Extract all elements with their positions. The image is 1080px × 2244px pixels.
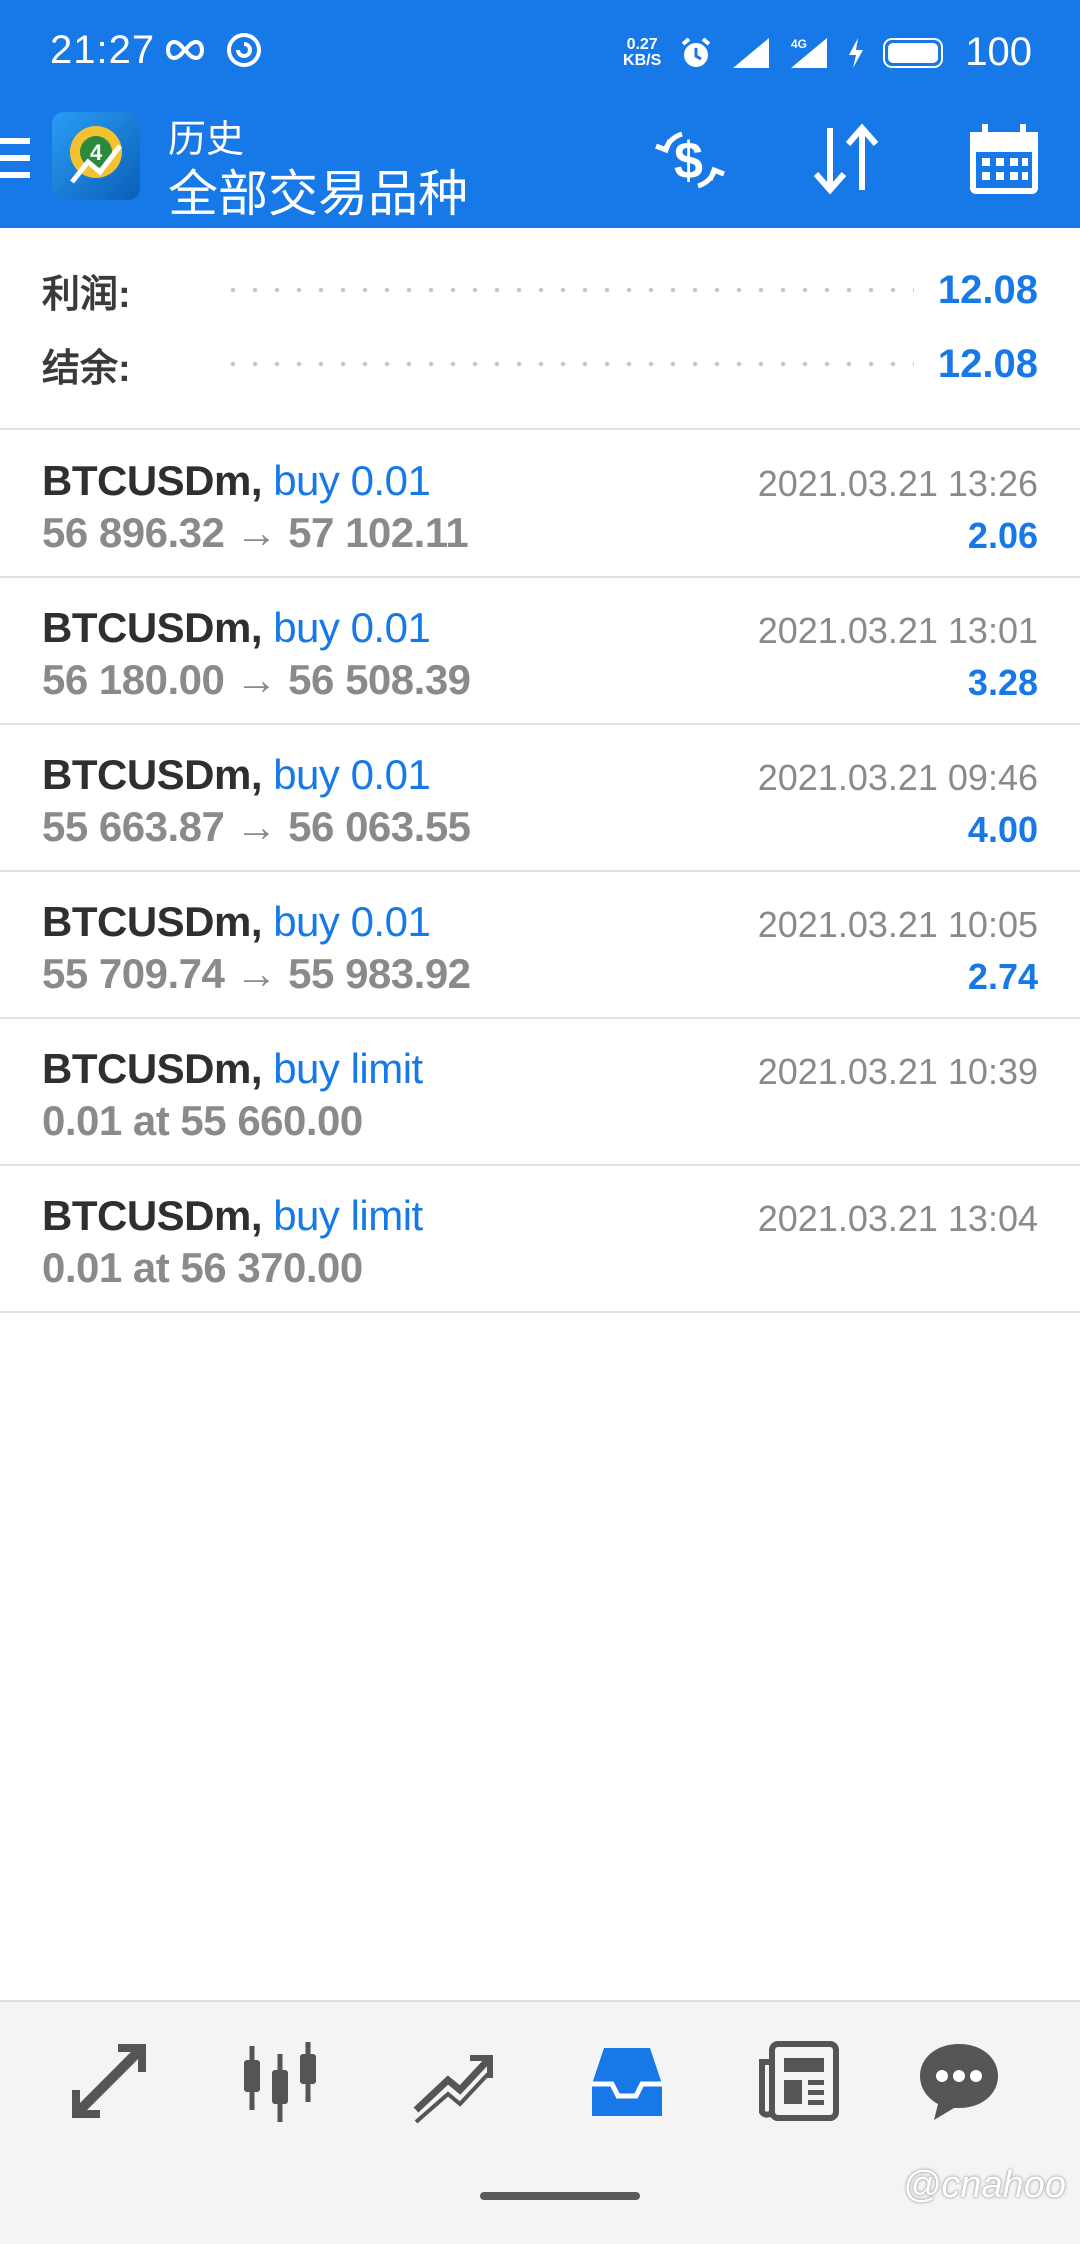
signal-icon bbox=[733, 37, 770, 68]
trade-date: 2021.03.21 13:01 bbox=[757, 610, 1038, 651]
trade-symbol: BTCUSDm, bbox=[42, 1192, 263, 1239]
infinity-icon bbox=[166, 39, 204, 61]
net-speed-unit: KB/S bbox=[623, 51, 662, 69]
trade-row[interactable]: BTCUSDm, buy 0.01 55 709.74 → 55 983.92 … bbox=[0, 872, 1080, 1019]
news-icon[interactable] bbox=[754, 2036, 844, 2126]
calendar-icon[interactable] bbox=[962, 118, 1046, 202]
trade-action: buy 0.01 bbox=[273, 751, 431, 798]
trade-symbol: BTCUSDm, bbox=[42, 751, 263, 798]
menu-icon[interactable] bbox=[0, 138, 30, 188]
svg-text:$: $ bbox=[674, 132, 703, 190]
trade-row[interactable]: BTCUSDm, buy 0.01 55 663.87 → 56 063.55 … bbox=[0, 725, 1080, 872]
signal-4g-icon: 4G bbox=[791, 37, 828, 68]
trade-prices: 56 180.00 → 56 508.39 bbox=[42, 656, 471, 703]
trade-action: buy limit bbox=[273, 1045, 423, 1092]
trade-date: 2021.03.21 13:04 bbox=[757, 1198, 1038, 1239]
trade-prices: 55 663.87 → 56 063.55 bbox=[42, 803, 471, 850]
dotted-leader bbox=[222, 361, 914, 367]
balance-row: 结余: 12.08 bbox=[42, 334, 1038, 394]
chat-icon[interactable] bbox=[914, 2036, 1004, 2126]
charging-icon bbox=[849, 37, 864, 68]
order-row[interactable]: BTCUSDm, buy limit 0.01 at 55 660.00 202… bbox=[0, 1019, 1080, 1166]
trade-action: buy 0.01 bbox=[273, 604, 431, 651]
network-type: 4G bbox=[791, 37, 807, 51]
order-details: 0.01 at 55 660.00 bbox=[42, 1097, 363, 1144]
sync-icon bbox=[227, 33, 261, 67]
order-row[interactable]: BTCUSDm, buy limit 0.01 at 56 370.00 202… bbox=[0, 1166, 1080, 1313]
trade-action: buy limit bbox=[273, 1192, 423, 1239]
trade-symbol: BTCUSDm, bbox=[42, 898, 263, 945]
order-details: 0.01 at 56 370.00 bbox=[42, 1244, 363, 1291]
trade-date: 2021.03.21 10:05 bbox=[757, 904, 1038, 945]
quotes-icon[interactable] bbox=[64, 2036, 154, 2126]
trade-history-list: BTCUSDm, buy 0.01 56 896.32 → 57 102.11 … bbox=[0, 431, 1080, 1313]
trade-prices: 55 709.74 → 55 983.92 bbox=[42, 950, 471, 997]
app-bar: 4 历史 全部交易品种 $ bbox=[0, 108, 1080, 228]
sort-icon[interactable] bbox=[804, 118, 888, 202]
trade-prices: 56 896.32 → 57 102.11 bbox=[42, 509, 469, 556]
status-time: 21:27 bbox=[50, 28, 156, 72]
balance-label: 结余: bbox=[42, 347, 131, 390]
dotted-leader bbox=[222, 287, 914, 293]
trade-symbol: BTCUSDm, bbox=[42, 457, 263, 504]
trade-date: 2021.03.21 13:26 bbox=[757, 463, 1038, 504]
status-bar: 21:27 0.27 KB/S 4G 100 bbox=[0, 0, 1080, 108]
trade-profit: 2.74 bbox=[967, 956, 1038, 997]
trade-profit: 4.00 bbox=[967, 809, 1038, 850]
app-logo-icon: 4 bbox=[52, 112, 140, 200]
trade-row[interactable]: BTCUSDm, buy 0.01 56 896.32 → 57 102.11 … bbox=[0, 431, 1080, 578]
trade-symbol: BTCUSDm, bbox=[42, 604, 263, 651]
trade-date: 2021.03.21 10:39 bbox=[757, 1051, 1038, 1092]
trade-icon[interactable] bbox=[408, 2036, 498, 2126]
chart-icon[interactable] bbox=[236, 2036, 326, 2126]
net-speed-value: 0.27 bbox=[626, 35, 658, 53]
battery-icon bbox=[883, 37, 944, 68]
trade-profit: 2.06 bbox=[967, 515, 1038, 556]
page-title[interactable]: 全部交易品种 bbox=[168, 154, 468, 226]
balance-value: 12.08 bbox=[937, 341, 1038, 386]
trade-action: buy 0.01 bbox=[273, 457, 431, 504]
alarm-icon bbox=[681, 36, 711, 67]
trade-date: 2021.03.21 09:46 bbox=[757, 757, 1038, 798]
profit-label: 利润: bbox=[42, 273, 131, 316]
history-icon[interactable] bbox=[582, 2036, 672, 2126]
trade-row[interactable]: BTCUSDm, buy 0.01 56 180.00 → 56 508.39 … bbox=[0, 578, 1080, 725]
trade-profit: 3.28 bbox=[967, 662, 1038, 703]
trade-symbol: BTCUSDm, bbox=[42, 1045, 263, 1092]
svg-text:4: 4 bbox=[90, 140, 103, 165]
profit-row: 利润: 12.08 bbox=[42, 260, 1038, 320]
history-summary: 利润: 12.08 结余: 12.08 bbox=[0, 228, 1080, 430]
gesture-handle[interactable] bbox=[480, 2192, 640, 2200]
trade-action: buy 0.01 bbox=[273, 898, 431, 945]
watermark: @cnahoo bbox=[902, 2164, 1066, 2206]
profit-value: 12.08 bbox=[937, 267, 1038, 312]
bottom-navigation: @cnahoo bbox=[0, 2000, 1080, 2244]
battery-level: 100 bbox=[965, 30, 1032, 74]
currency-swap-icon[interactable]: $ bbox=[648, 118, 732, 202]
